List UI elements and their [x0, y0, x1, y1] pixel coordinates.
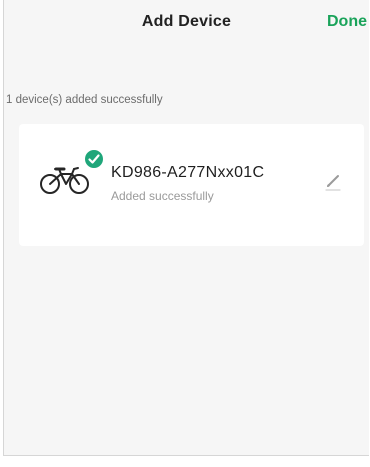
device-card[interactable]: KD986-A277Nxx01C Added successfully	[19, 124, 364, 246]
top-bar: Add Device Done	[4, 0, 369, 46]
device-status-text: Added successfully	[111, 189, 214, 203]
device-name: KD986-A277Nxx01C	[111, 164, 265, 181]
check-circle-icon	[83, 148, 105, 170]
add-device-screen: Add Device Done 1 device(s) added succes…	[3, 0, 369, 456]
bicycle-icon	[39, 162, 91, 196]
success-count-text: 1 device(s) added successfully	[6, 94, 163, 106]
page-title: Add Device	[141, 13, 232, 30]
pencil-icon[interactable]	[323, 171, 343, 191]
done-button[interactable]: Done	[327, 13, 367, 31]
